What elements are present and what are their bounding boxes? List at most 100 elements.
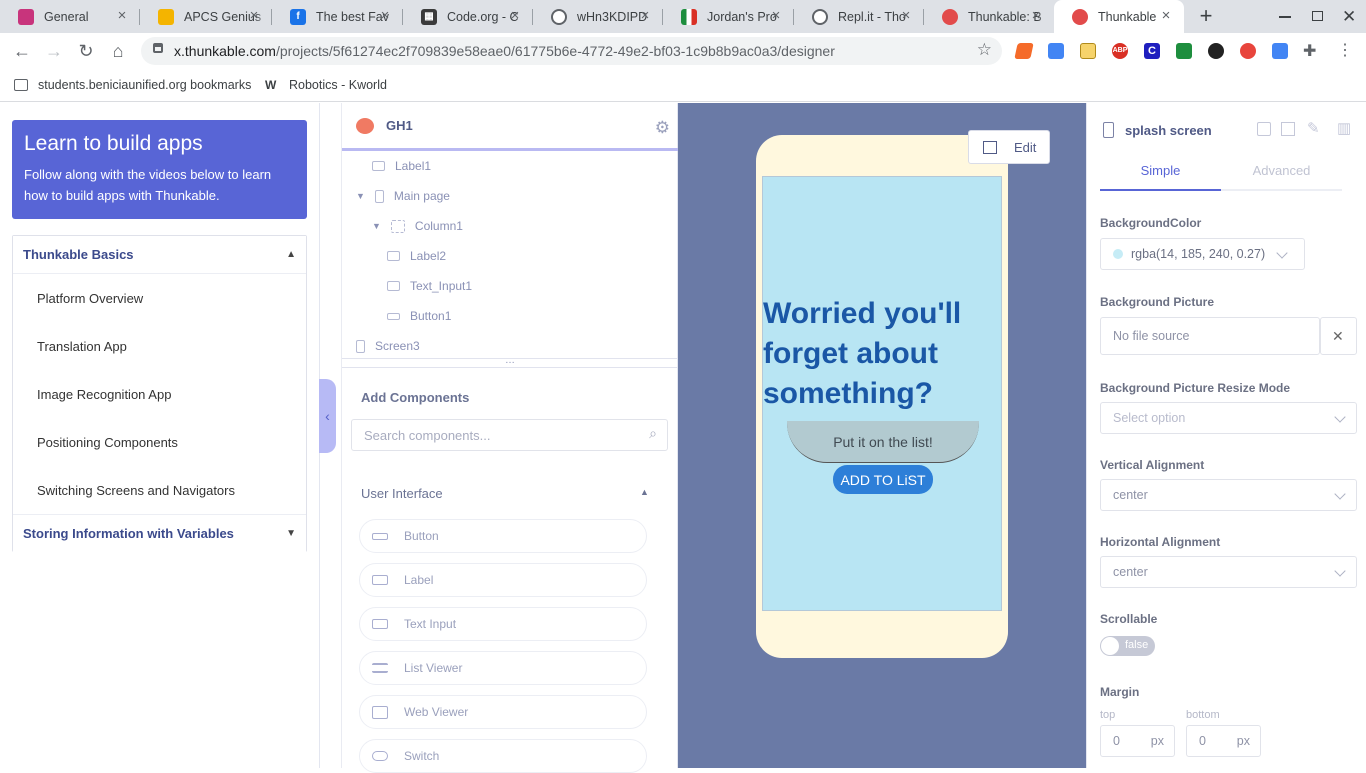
section-header-basics[interactable]: Thunkable Basics ▲ bbox=[13, 236, 306, 274]
tree-node[interactable]: Text_Input1 bbox=[387, 271, 472, 301]
close-icon[interactable]: × bbox=[114, 8, 130, 24]
new-folder-icon[interactable] bbox=[1257, 122, 1271, 136]
extension-icon[interactable] bbox=[1048, 43, 1064, 59]
pencil-icon[interactable]: ✎ bbox=[1307, 119, 1320, 137]
margin-bottom-input[interactable]: 0 px bbox=[1186, 725, 1261, 757]
bg-picture-input[interactable]: No file source bbox=[1100, 317, 1320, 355]
close-window-icon[interactable]: ✕ bbox=[1342, 7, 1356, 27]
bg-picture-label: Background Picture bbox=[1100, 295, 1215, 309]
resize-mode-label: Background Picture Resize Mode bbox=[1100, 381, 1291, 395]
close-icon[interactable]: × bbox=[768, 8, 784, 24]
component-label[interactable]: Label bbox=[359, 563, 647, 597]
resize-mode-select[interactable]: Select option bbox=[1100, 402, 1357, 434]
bookmark-item[interactable]: W Robotics - Kworld bbox=[265, 78, 387, 92]
close-icon[interactable]: × bbox=[1158, 8, 1174, 24]
lock-icon bbox=[153, 43, 163, 53]
trash-icon[interactable]: ▥ bbox=[1337, 119, 1351, 137]
tree-node[interactable]: Button1 bbox=[387, 301, 451, 331]
web-icon bbox=[372, 705, 388, 719]
settings-gear-icon[interactable]: ⚙ bbox=[655, 118, 670, 138]
bookmark-item[interactable]: students.beniciaunified.org bookmarks bbox=[14, 78, 251, 92]
component-text-input[interactable]: Text Input bbox=[359, 607, 647, 641]
horizontal-alignment-select[interactable]: center bbox=[1100, 556, 1357, 588]
tab-favicon-icon bbox=[942, 8, 958, 25]
caret-down-icon[interactable]: ▼ bbox=[356, 191, 365, 201]
vertical-alignment-select[interactable]: center bbox=[1100, 479, 1357, 511]
browser-tab[interactable]: wHn3KDIPD × bbox=[533, 0, 663, 33]
lesson-item[interactable]: Positioning Components bbox=[13, 418, 306, 466]
extension-icon[interactable] bbox=[1014, 43, 1034, 59]
tree-node[interactable]: ▼ Column1 bbox=[372, 211, 463, 241]
section-header-variables[interactable]: Storing Information with Variables ▼ bbox=[13, 514, 306, 552]
browser-tab[interactable]: Thunkable: B × bbox=[924, 0, 1054, 33]
layout-icon[interactable] bbox=[1281, 122, 1295, 136]
reload-icon[interactable]: ↻ bbox=[74, 39, 98, 63]
lesson-item[interactable]: Switching Screens and Navigators bbox=[13, 466, 306, 514]
bg-color-label: BackgroundColor bbox=[1100, 216, 1202, 230]
tab-simple[interactable]: Simple bbox=[1100, 153, 1221, 191]
back-icon[interactable]: ← bbox=[10, 39, 34, 63]
translate-icon[interactable] bbox=[1272, 43, 1288, 59]
section-title: Storing Information with Variables bbox=[23, 526, 234, 541]
minimize-icon[interactable] bbox=[1279, 16, 1291, 18]
bookmark-label: students.beniciaunified.org bookmarks bbox=[38, 78, 252, 92]
close-icon[interactable]: × bbox=[1028, 8, 1044, 24]
close-icon[interactable]: × bbox=[898, 8, 914, 24]
restore-icon[interactable] bbox=[1312, 11, 1323, 21]
collapse-panel-button[interactable]: ‹ bbox=[319, 379, 336, 453]
extension-icon[interactable]: C bbox=[1144, 43, 1160, 59]
resize-handle[interactable]: … bbox=[342, 356, 678, 368]
close-icon[interactable]: × bbox=[507, 8, 523, 24]
close-icon[interactable]: × bbox=[637, 8, 653, 24]
lesson-item[interactable]: Image Recognition App bbox=[13, 370, 306, 418]
clear-picture-button[interactable]: ✕ bbox=[1320, 317, 1357, 355]
headline-label[interactable]: Worried you'll forget about something? bbox=[763, 294, 993, 414]
component-button[interactable]: Button bbox=[359, 519, 647, 553]
margin-label: Margin bbox=[1100, 685, 1140, 699]
home-icon[interactable]: ⌂ bbox=[106, 39, 130, 63]
extension-icon[interactable] bbox=[1176, 43, 1192, 59]
extension-icon[interactable] bbox=[1240, 43, 1256, 59]
search-placeholder: Search components... bbox=[364, 428, 491, 443]
tree-node[interactable]: ▼ Main page bbox=[356, 181, 450, 211]
bookmark-star-icon[interactable]: ☆ bbox=[977, 40, 992, 60]
puzzle-icon[interactable]: ✚ bbox=[1303, 41, 1316, 61]
ui-section-title[interactable]: User Interface bbox=[361, 486, 443, 501]
close-icon[interactable]: × bbox=[246, 8, 262, 24]
text-input-preview[interactable]: Put it on the list! bbox=[787, 421, 979, 463]
tree-node[interactable]: Label1 bbox=[372, 151, 431, 181]
browser-tab[interactable]: APCS Genius × bbox=[140, 0, 272, 33]
browser-tab-active[interactable]: Thunkable × bbox=[1054, 0, 1184, 33]
browser-toolbar: ← → ↻ ⌂ x.thunkable.com/projects/5f61274… bbox=[0, 33, 1366, 69]
browser-tab[interactable]: Jordan's Pro × bbox=[663, 0, 794, 33]
screen-preview[interactable]: Worried you'll forget about something? P… bbox=[762, 176, 1002, 611]
tab-advanced[interactable]: Advanced bbox=[1221, 153, 1342, 191]
browser-tab[interactable]: ▦ Code.org - C × bbox=[403, 0, 533, 33]
close-icon[interactable]: × bbox=[377, 8, 393, 24]
extension-icon[interactable] bbox=[1080, 43, 1096, 59]
lesson-item[interactable]: Platform Overview bbox=[13, 274, 306, 322]
tab-favicon-icon bbox=[551, 8, 567, 25]
forward-icon[interactable]: → bbox=[42, 39, 66, 63]
more-icon[interactable]: ⋮ bbox=[1337, 40, 1353, 60]
extension-icon[interactable] bbox=[1208, 43, 1224, 59]
caret-down-icon[interactable]: ▼ bbox=[372, 221, 381, 231]
tree-node[interactable]: Label2 bbox=[387, 241, 446, 271]
browser-tab[interactable]: General × bbox=[0, 0, 140, 33]
component-list-viewer[interactable]: List Viewer bbox=[359, 651, 647, 685]
margin-top-input[interactable]: 0 px bbox=[1100, 725, 1175, 757]
bg-color-picker[interactable]: rgba(14, 185, 240, 0.27) bbox=[1100, 238, 1305, 270]
chevron-up-icon[interactable]: ▲ bbox=[640, 487, 649, 497]
address-bar[interactable]: x.thunkable.com/projects/5f61274ec2f7098… bbox=[141, 37, 1002, 65]
component-web-viewer[interactable]: Web Viewer bbox=[359, 695, 647, 729]
browser-tab[interactable]: Repl.it - Tho × bbox=[794, 0, 924, 33]
add-to-list-button[interactable]: ADD TO LiST bbox=[833, 465, 933, 494]
component-search-input[interactable]: Search components... ⌕ bbox=[351, 419, 668, 451]
browser-tab[interactable]: f The best Fav × bbox=[272, 0, 403, 33]
edit-button[interactable]: Edit bbox=[968, 130, 1050, 164]
new-tab-button[interactable]: + bbox=[1194, 4, 1218, 28]
tree-node[interactable]: Screen3 bbox=[356, 331, 420, 361]
lesson-item[interactable]: Translation App bbox=[13, 322, 306, 370]
adblock-icon[interactable]: ABP bbox=[1112, 43, 1128, 59]
scrollable-toggle[interactable]: false bbox=[1100, 636, 1155, 656]
